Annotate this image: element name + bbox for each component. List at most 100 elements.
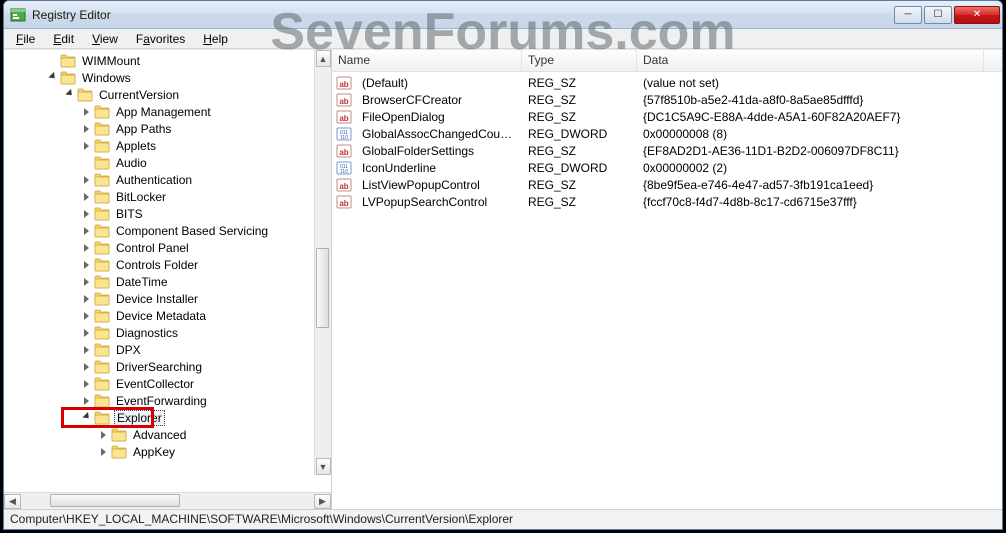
value-row[interactable]: abFileOpenDialogREG_SZ{DC1C5A9C-E88A-4dd…: [332, 108, 1002, 125]
expand-icon[interactable]: [80, 258, 93, 271]
tree-item[interactable]: AppKey: [4, 443, 331, 460]
tree-item-label[interactable]: WIMMount: [80, 54, 142, 68]
tree-item-label[interactable]: Control Panel: [114, 241, 191, 255]
value-row[interactable]: 011110GlobalAssocChangedCounterREG_DWORD…: [332, 125, 1002, 142]
value-row[interactable]: abGlobalFolderSettingsREG_SZ{EF8AD2D1-AE…: [332, 142, 1002, 159]
value-row[interactable]: 011110IconUnderlineREG_DWORD0x00000002 (…: [332, 159, 1002, 176]
tree-item-label[interactable]: EventCollector: [114, 377, 196, 391]
tree-item[interactable]: Component Based Servicing: [4, 222, 331, 239]
tree-item-label[interactable]: Device Metadata: [114, 309, 208, 323]
titlebar[interactable]: Registry Editor ─ ☐ ✕: [4, 1, 1002, 29]
col-header-name[interactable]: Name: [332, 50, 522, 71]
tree-item[interactable]: Diagnostics: [4, 324, 331, 341]
tree-item-label[interactable]: Applets: [114, 139, 158, 153]
tree-item-label[interactable]: Explorer: [114, 410, 165, 426]
tree-item[interactable]: DriverSearching: [4, 358, 331, 375]
expand-icon[interactable]: [80, 122, 93, 135]
scroll-right-button[interactable]: ▶: [314, 494, 331, 509]
scroll-thumb[interactable]: [316, 248, 329, 328]
tree-item[interactable]: WIMMount: [4, 52, 331, 69]
collapse-icon[interactable]: [46, 71, 59, 84]
expand-icon[interactable]: [80, 309, 93, 322]
value-row[interactable]: abBrowserCFCreatorREG_SZ{57f8510b-a5e2-4…: [332, 91, 1002, 108]
tree-item[interactable]: Explorer: [4, 409, 331, 426]
tree-item[interactable]: Controls Folder: [4, 256, 331, 273]
tree-item[interactable]: Audio: [4, 154, 331, 171]
tree-item-label[interactable]: Diagnostics: [114, 326, 180, 340]
expand-icon[interactable]: [97, 428, 110, 441]
tree-item-label[interactable]: BitLocker: [114, 190, 168, 204]
tree-item-label[interactable]: EventForwarding: [114, 394, 209, 408]
tree-item-label[interactable]: DriverSearching: [114, 360, 204, 374]
tree-item-label[interactable]: App Management: [114, 105, 213, 119]
expand-icon[interactable]: [80, 292, 93, 305]
tree-item[interactable]: Device Installer: [4, 290, 331, 307]
maximize-button[interactable]: ☐: [924, 6, 952, 24]
expand-icon[interactable]: [80, 173, 93, 186]
tree-item-label[interactable]: DPX: [114, 343, 143, 357]
tree-item[interactable]: BITS: [4, 205, 331, 222]
col-header-data[interactable]: Data: [637, 50, 984, 71]
expand-icon[interactable]: [80, 343, 93, 356]
tree-item-label[interactable]: Audio: [114, 156, 149, 170]
tree-item-label[interactable]: CurrentVersion: [97, 88, 181, 102]
tree-item[interactable]: CurrentVersion: [4, 86, 331, 103]
tree-item-label[interactable]: App Paths: [114, 122, 173, 136]
tree-item[interactable]: Advanced: [4, 426, 331, 443]
value-row[interactable]: abListViewPopupControlREG_SZ{8be9f5ea-e7…: [332, 176, 1002, 193]
values-list[interactable]: ab(Default)REG_SZ(value not set)abBrowse…: [332, 72, 1002, 509]
scroll-track[interactable]: [316, 68, 331, 457]
tree-item[interactable]: Windows: [4, 69, 331, 86]
tree-item[interactable]: DPX: [4, 341, 331, 358]
registry-tree[interactable]: WIMMount Windows CurrentVersion App Managem…: [4, 50, 331, 462]
tree-item-label[interactable]: BITS: [114, 207, 145, 221]
tree-item-label[interactable]: Advanced: [131, 428, 188, 442]
menu-favorites[interactable]: Favorites: [128, 31, 193, 47]
expand-icon[interactable]: [80, 224, 93, 237]
tree-item-label[interactable]: Windows: [80, 71, 133, 85]
scroll-thumb[interactable]: [50, 494, 180, 507]
tree-item-label[interactable]: DateTime: [114, 275, 170, 289]
tree-item-label[interactable]: Component Based Servicing: [114, 224, 270, 238]
scroll-down-button[interactable]: ▼: [316, 458, 331, 475]
scroll-up-button[interactable]: ▲: [316, 50, 331, 67]
expand-icon[interactable]: [80, 377, 93, 390]
tree-hscrollbar[interactable]: ◀ ▶: [4, 492, 331, 509]
tree-item[interactable]: Authentication: [4, 171, 331, 188]
menu-view[interactable]: View: [84, 31, 126, 47]
tree-item[interactable]: Device Metadata: [4, 307, 331, 324]
close-button[interactable]: ✕: [954, 6, 1000, 24]
col-header-type[interactable]: Type: [522, 50, 637, 71]
expand-icon[interactable]: [80, 394, 93, 407]
collapse-icon[interactable]: [80, 411, 93, 424]
expand-icon[interactable]: [80, 207, 93, 220]
expand-icon[interactable]: [80, 360, 93, 373]
expand-icon[interactable]: [97, 445, 110, 458]
tree-item-label[interactable]: Authentication: [114, 173, 194, 187]
collapse-icon[interactable]: [63, 88, 76, 101]
tree-vscrollbar[interactable]: ▲ ▼: [314, 50, 331, 475]
tree-item[interactable]: Control Panel: [4, 239, 331, 256]
tree-item[interactable]: BitLocker: [4, 188, 331, 205]
expand-icon[interactable]: [80, 105, 93, 118]
tree-item-label[interactable]: AppKey: [131, 445, 177, 459]
minimize-button[interactable]: ─: [894, 6, 922, 24]
tree-item[interactable]: Applets: [4, 137, 331, 154]
tree-item[interactable]: App Management: [4, 103, 331, 120]
tree-item[interactable]: EventForwarding: [4, 392, 331, 409]
expand-icon[interactable]: [80, 275, 93, 288]
tree-item[interactable]: EventCollector: [4, 375, 331, 392]
scroll-left-button[interactable]: ◀: [4, 494, 21, 509]
tree-item[interactable]: App Paths: [4, 120, 331, 137]
scroll-track[interactable]: [22, 494, 313, 509]
tree-item-label[interactable]: Controls Folder: [114, 258, 200, 272]
expand-icon[interactable]: [80, 190, 93, 203]
expand-icon[interactable]: [80, 241, 93, 254]
value-row[interactable]: ab(Default)REG_SZ(value not set): [332, 74, 1002, 91]
menu-edit[interactable]: Edit: [45, 31, 82, 47]
value-row[interactable]: abLVPopupSearchControlREG_SZ{fccf70c8-f4…: [332, 193, 1002, 210]
tree-item[interactable]: DateTime: [4, 273, 331, 290]
expand-icon[interactable]: [80, 139, 93, 152]
menu-file[interactable]: File: [8, 31, 43, 47]
expand-icon[interactable]: [80, 326, 93, 339]
